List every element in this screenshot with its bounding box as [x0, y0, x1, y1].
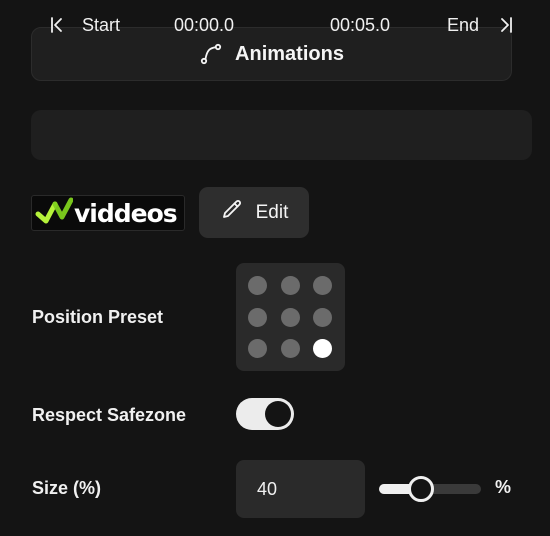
skip-to-end-icon[interactable]	[498, 0, 514, 50]
size-input[interactable]: 40	[236, 460, 365, 518]
pencil-icon	[220, 198, 244, 228]
preset-dot-bottom-center[interactable]	[281, 339, 300, 358]
safezone-toggle[interactable]	[236, 398, 294, 430]
start-button[interactable]: Start	[82, 0, 120, 50]
preset-dot-bottom-right[interactable]	[313, 339, 332, 358]
start-time[interactable]: 00:00.0	[174, 0, 234, 50]
edit-button[interactable]: Edit	[199, 187, 309, 238]
preset-dot-top-left[interactable]	[248, 276, 267, 295]
edit-label: Edit	[255, 201, 289, 223]
preset-dot-top-center[interactable]	[281, 276, 300, 295]
position-preset-label: Position Preset	[32, 307, 164, 327]
position-preset-grid	[236, 263, 345, 371]
size-unit: %	[495, 477, 512, 497]
timeline-bar	[31, 110, 532, 160]
safezone-label: Respect Safezone	[32, 405, 187, 425]
toggle-knob	[265, 401, 291, 427]
logo-preview: viddeos	[31, 195, 185, 231]
preset-dot-middle-right[interactable]	[313, 308, 332, 327]
viddeos-logo-mark	[35, 197, 74, 230]
preset-dot-bottom-left[interactable]	[248, 339, 267, 358]
skip-to-start-icon[interactable]	[49, 0, 65, 50]
preset-dot-middle-left[interactable]	[248, 308, 267, 327]
preset-dot-center[interactable]	[281, 308, 300, 327]
animations-label: Animations	[235, 42, 344, 65]
logo-wordmark: viddeos	[74, 198, 178, 228]
preset-dot-top-right[interactable]	[313, 276, 332, 295]
end-button[interactable]: End	[447, 0, 479, 50]
end-time[interactable]: 00:05.0	[330, 0, 390, 50]
size-slider-thumb[interactable]	[408, 476, 434, 502]
size-label: Size (%)	[32, 478, 102, 498]
